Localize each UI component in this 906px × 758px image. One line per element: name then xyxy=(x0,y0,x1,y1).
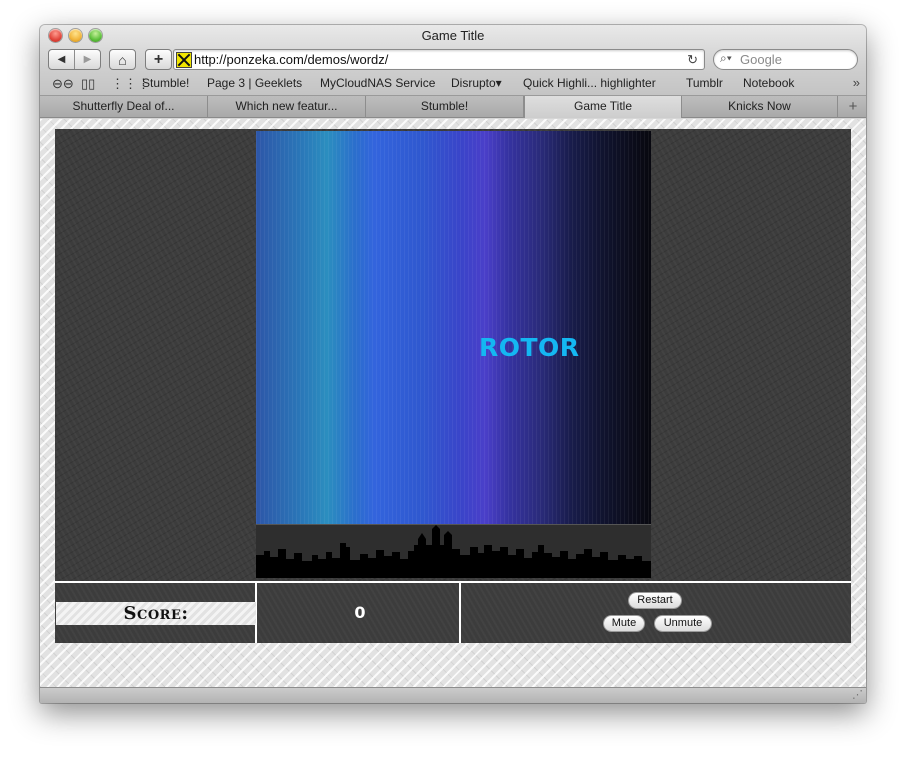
tab-game-title[interactable]: Game Title xyxy=(524,96,682,118)
game-panel: ROTOR xyxy=(55,129,851,581)
home-icon: ⌂ xyxy=(118,51,127,68)
back-forward-control: ◀ ▶ xyxy=(48,49,101,70)
plus-icon: + xyxy=(153,50,164,68)
tab-label: Game Title xyxy=(573,99,633,113)
bookmarks-bar: ⊖⊖ ▯▯ ⋮⋮⋮ Stumble! Page 3 | Geeklets MyC… xyxy=(40,74,866,94)
bookmark-item[interactable]: Quick Highli... highlighter xyxy=(523,76,656,90)
score-label-cell: Score: xyxy=(55,583,257,643)
browser-window: Game Title ◀ ▶ ⌂ + http://ponzeka.com/de… xyxy=(40,25,866,703)
tab-label: Stumble! xyxy=(420,99,469,113)
score-value: 0 xyxy=(354,603,366,622)
search-box[interactable]: ⌕▾ xyxy=(713,49,858,70)
search-input[interactable] xyxy=(740,51,850,68)
reload-icon[interactable]: ↻ xyxy=(687,52,698,68)
add-bookmark-button[interactable]: + xyxy=(145,49,172,70)
bookmarks-overflow-icon[interactable]: » xyxy=(853,75,860,90)
unmute-button[interactable]: Unmute xyxy=(654,615,712,632)
bookmark-item[interactable]: Page 3 | Geeklets xyxy=(207,76,302,90)
score-label: Score: xyxy=(123,603,189,624)
home-button[interactable]: ⌂ xyxy=(109,49,136,70)
game-canvas[interactable] xyxy=(256,131,651,524)
search-icon[interactable]: ⌕▾ xyxy=(720,51,732,66)
status-bar: ⋰ xyxy=(40,687,866,703)
tab-label: Knicks Now xyxy=(728,99,791,113)
window-title: Game Title xyxy=(421,28,485,43)
forward-button[interactable]: ▶ xyxy=(74,50,100,69)
score-label-box: Score: xyxy=(56,602,256,625)
game-hud: Score: 0 Restart Mute Unmute xyxy=(55,581,851,643)
tab-knicks-now[interactable]: Knicks Now xyxy=(682,96,838,118)
score-value-cell: 0 xyxy=(259,583,461,643)
tab-which-new-features[interactable]: Which new featur... xyxy=(208,96,366,118)
address-bar[interactable]: http://ponzeka.com/demos/wordz/ ↻ xyxy=(173,49,705,70)
bookmark-item[interactable]: Notebook xyxy=(743,76,794,90)
city-skyline xyxy=(256,524,651,578)
skyline-silhouette xyxy=(256,525,651,578)
bookmark-item[interactable]: MyCloudNAS Service xyxy=(320,76,435,90)
restart-button[interactable]: Restart xyxy=(628,592,682,609)
open-book-icon[interactable]: ▯▯ xyxy=(81,76,95,92)
tab-label: Which new featur... xyxy=(235,99,338,113)
browser-toolbar: Game Title ◀ ▶ ⌂ + http://ponzeka.com/de… xyxy=(40,25,866,96)
tab-label: Shutterfly Deal of... xyxy=(72,99,175,113)
resize-grip-icon[interactable]: ⋰ xyxy=(852,688,863,701)
back-arrow-icon: ◀ xyxy=(57,54,66,65)
forward-arrow-icon: ▶ xyxy=(83,54,92,65)
page-content: ROTOR Score: 0 Restart Mute Unmute xyxy=(40,119,866,687)
site-favicon-icon xyxy=(176,52,192,68)
falling-word: ROTOR xyxy=(479,333,580,362)
controls-cell: Restart Mute Unmute xyxy=(463,583,851,643)
mute-button[interactable]: Mute xyxy=(603,615,645,632)
tab-bar: Shutterfly Deal of... Which new featur..… xyxy=(40,96,866,118)
tab-stumble[interactable]: Stumble! xyxy=(366,96,524,118)
back-button[interactable]: ◀ xyxy=(49,50,74,69)
reading-glasses-icon[interactable]: ⊖⊖ xyxy=(52,76,74,92)
tab-shutterfly[interactable]: Shutterfly Deal of... xyxy=(40,96,208,118)
bookmark-item[interactable]: Stumble! xyxy=(142,76,189,90)
bookmark-item[interactable]: Tumblr xyxy=(686,76,723,90)
url-text[interactable]: http://ponzeka.com/demos/wordz/ xyxy=(194,52,388,67)
new-tab-button[interactable]: + xyxy=(840,96,866,118)
bookmark-folder[interactable]: Disrupto▾ xyxy=(451,76,502,90)
